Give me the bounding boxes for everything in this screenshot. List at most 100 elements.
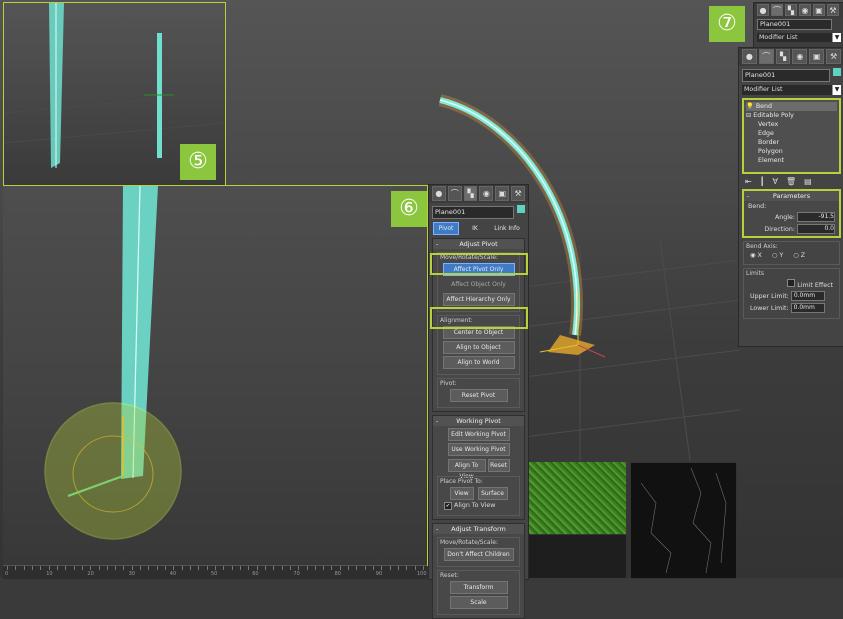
place-view-button[interactable]: View xyxy=(449,487,474,500)
reset-transform-button[interactable]: Transform xyxy=(449,581,508,594)
limit-effect-row[interactable]: Limit Effect xyxy=(750,279,833,289)
lower-limit-input[interactable]: 0.0mm xyxy=(790,303,825,313)
create-tab-icon-2[interactable]: ● xyxy=(742,49,757,64)
ruler-tick xyxy=(115,566,117,570)
modify-tab-icon[interactable]: ⌒ xyxy=(447,186,462,201)
modify-color-swatch[interactable] xyxy=(833,68,841,76)
place-surface-button[interactable]: Surface xyxy=(477,487,508,500)
stack-item-edge[interactable]: Edge xyxy=(746,129,837,138)
align-to-object-button[interactable]: Align to Object xyxy=(442,341,515,354)
ruler-tick xyxy=(15,566,17,570)
inset-viewport[interactable]: ⑤ xyxy=(3,2,226,186)
checkbox-checked-icon[interactable]: ✔ xyxy=(444,502,452,510)
adjust-pivot-header[interactable]: - Adjust Pivot xyxy=(433,239,524,249)
zoom-viewport[interactable]: ⑥ xyxy=(3,185,428,566)
small-create-icon[interactable]: ● xyxy=(757,4,769,16)
object-name-field[interactable]: Plane001 xyxy=(432,206,514,219)
axis-y-radio[interactable]: ○ Y xyxy=(772,252,783,259)
hierarchy-tab-icon-2[interactable]: ▚ xyxy=(775,49,791,64)
small-display-icon[interactable]: ▣ xyxy=(813,4,825,16)
small-modifier-list-label: Modifier List xyxy=(759,34,798,41)
ruler-label: 50 xyxy=(211,571,218,577)
align-to-view-checkbox-row[interactable]: ✔ Align To View xyxy=(444,502,513,510)
dont-affect-children-button[interactable]: Don't Affect Children xyxy=(443,548,514,561)
align-to-world-button[interactable]: Align to World xyxy=(442,356,515,369)
stack-item-vertex[interactable]: Vertex xyxy=(746,120,837,129)
direction-input[interactable]: 0.0 xyxy=(797,224,835,234)
ruler-label: 20 xyxy=(87,571,94,577)
align-reset-row: Align To View Reset xyxy=(433,458,524,480)
tab-pivot[interactable]: Pivot xyxy=(433,222,459,235)
small-hierarchy-icon[interactable]: ▚ xyxy=(785,4,797,16)
modify-object-name-field[interactable]: Plane001 xyxy=(742,69,830,82)
show-end-result-icon[interactable]: ┃ xyxy=(760,177,765,186)
adjust-transform-title: Adjust Transform xyxy=(451,525,506,533)
ruler-label: 70 xyxy=(293,571,300,577)
angle-input[interactable]: -91.5 xyxy=(797,212,835,222)
bend-label: Bend: xyxy=(748,203,767,210)
timeline-ruler[interactable]: 0 10 20 30 40 50 60 70 80 90 100 xyxy=(3,565,427,579)
parameters-header[interactable]: - Parameters xyxy=(744,191,839,201)
small-modify-icon[interactable]: ⌒ xyxy=(771,4,783,16)
limit-effect-checkbox[interactable] xyxy=(787,279,796,287)
ruler-tick xyxy=(323,566,325,570)
working-pivot-reset-button[interactable]: Reset xyxy=(487,459,510,472)
adjust-transform-header[interactable]: - Adjust Transform xyxy=(433,524,524,534)
small-object-name-field[interactable]: Plane001 xyxy=(757,19,832,30)
stack-item-editable-poly[interactable]: ⊟ Editable Poly xyxy=(746,111,837,120)
stack-item-border-label: Border xyxy=(758,139,780,146)
display-tab-icon[interactable]: ▣ xyxy=(495,186,510,201)
ruler-tick xyxy=(215,566,216,570)
small-modifier-list-dropdown[interactable]: Modifier List ▼ xyxy=(757,33,841,42)
display-tab-icon-2[interactable]: ▣ xyxy=(809,49,825,64)
ruler-tick xyxy=(190,566,192,570)
configure-sets-icon[interactable]: ▤ xyxy=(804,177,812,186)
limits-label: Limits xyxy=(746,270,764,277)
ruler-tick xyxy=(256,566,258,570)
affect-object-only-button[interactable]: Affect Object Only xyxy=(442,278,515,291)
modify-tab-icon-2[interactable]: ⌒ xyxy=(758,49,774,64)
small-utilities-icon[interactable]: ⚒ xyxy=(827,4,839,16)
affect-hierarchy-only-button[interactable]: Affect Hierarchy Only xyxy=(442,293,515,306)
ruler-label: 80 xyxy=(334,571,341,577)
place-pivot-row: View Surface xyxy=(440,487,517,500)
hierarchy-tab-icon[interactable]: ▚ xyxy=(463,186,478,201)
axis-z-radio[interactable]: ○ Z xyxy=(793,252,805,259)
lightbulb-icon[interactable]: 💡 xyxy=(746,103,754,110)
step-badge-6: ⑥ xyxy=(391,191,427,227)
pin-stack-icon[interactable]: ⇤ xyxy=(745,177,752,186)
utilities-tab-icon-2[interactable]: ⚒ xyxy=(826,49,841,64)
ruler-tick xyxy=(56,566,58,570)
ruler-tick xyxy=(73,566,75,570)
align-to-view-button[interactable]: Align To View xyxy=(447,459,486,480)
ruler-tick xyxy=(98,566,100,570)
utilities-tab-icon[interactable]: ⚒ xyxy=(511,186,525,201)
create-tab-icon[interactable]: ● xyxy=(432,186,446,201)
working-pivot-header[interactable]: - Working Pivot xyxy=(433,416,524,426)
ruler-tick xyxy=(206,566,208,570)
tab-link-info[interactable]: Link Info xyxy=(491,222,523,235)
use-working-pivot-button[interactable]: Use Working Pivot xyxy=(447,443,510,456)
stack-item-edge-label: Edge xyxy=(758,130,774,137)
stack-item-element[interactable]: Element xyxy=(746,156,837,165)
modifier-list-dropdown[interactable]: Modifier List ▼ xyxy=(742,85,841,95)
tab-ik[interactable]: IK xyxy=(462,222,488,235)
angle-label: Angle: xyxy=(774,214,795,221)
transform-move-group: Move/Rotate/Scale: Don't Affect Children xyxy=(437,537,520,567)
small-motion-icon[interactable]: ◉ xyxy=(799,4,811,16)
edit-working-pivot-button[interactable]: Edit Working Pivot xyxy=(447,428,510,441)
upper-limit-input[interactable]: 0.0mm xyxy=(790,291,825,301)
hierarchy-panel: ● ⌒ ▚ ◉ ▣ ⚒ Plane001 Pivot IK Link Info … xyxy=(428,184,529,619)
stack-item-polygon[interactable]: Polygon xyxy=(746,147,837,156)
reset-scale-button[interactable]: Scale xyxy=(449,596,508,609)
stack-item-border[interactable]: Border xyxy=(746,138,837,147)
make-unique-icon[interactable]: ∀ xyxy=(773,177,778,186)
ruler-tick xyxy=(140,566,142,570)
stack-item-bend[interactable]: 💡 Bend xyxy=(746,102,837,111)
axis-x-radio[interactable]: ◉ X xyxy=(750,252,762,259)
reset-pivot-button[interactable]: Reset Pivot xyxy=(449,389,508,402)
object-color-swatch[interactable] xyxy=(517,205,525,213)
motion-tab-icon[interactable]: ◉ xyxy=(479,186,494,201)
remove-modifier-icon[interactable]: 🗑 xyxy=(786,177,796,186)
motion-tab-icon-2[interactable]: ◉ xyxy=(792,49,808,64)
